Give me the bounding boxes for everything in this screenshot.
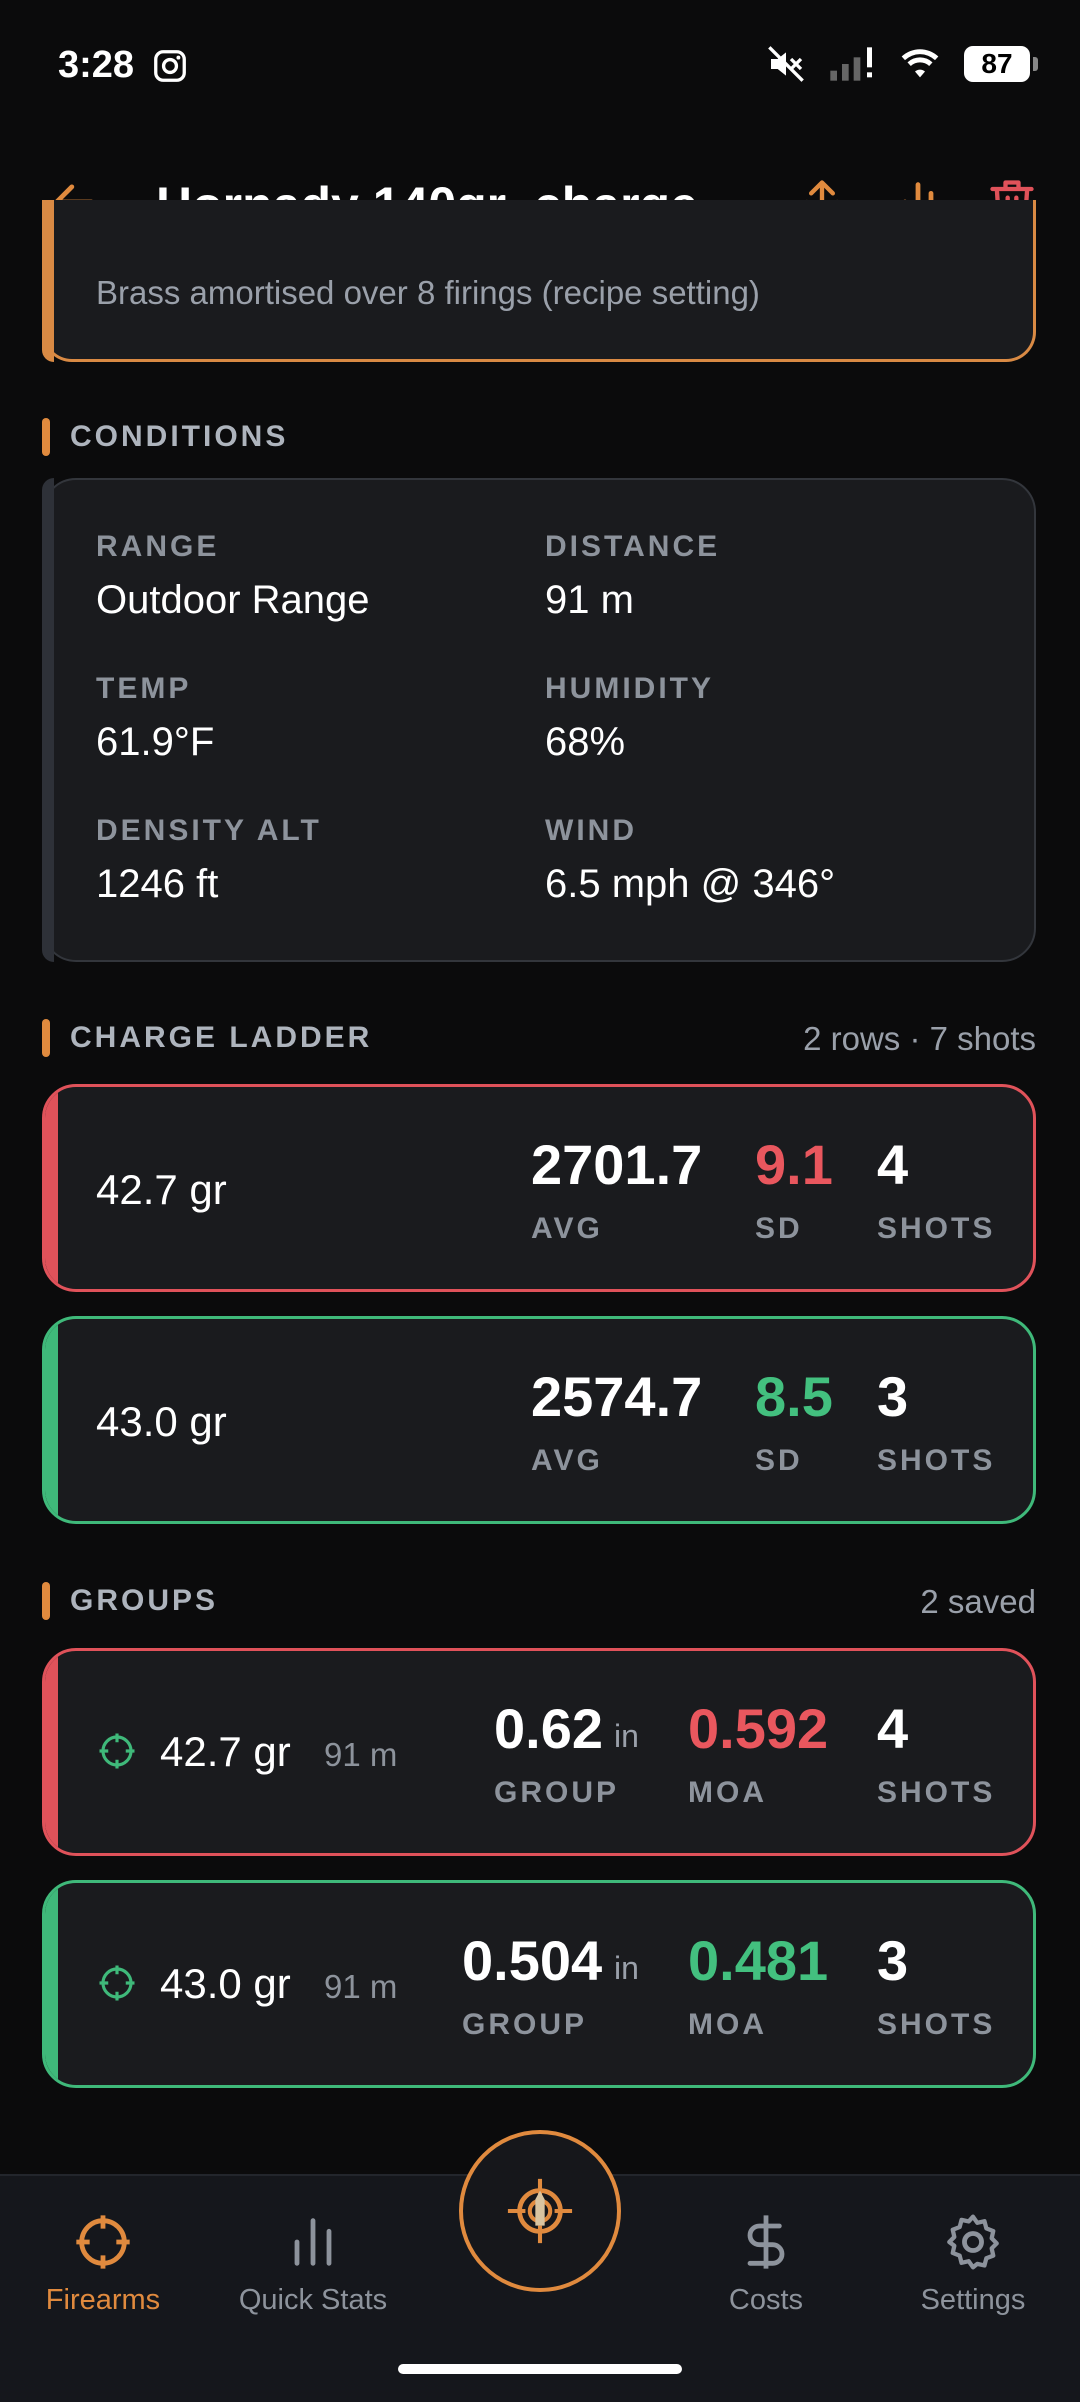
group-shots-label: SHOTS: [877, 2008, 996, 2041]
crosshair-icon: [99, 1965, 135, 2001]
section-title-groups: GROUPS: [70, 1584, 219, 1617]
signal-icon: [830, 47, 872, 81]
conditions-card-edge: [42, 478, 54, 962]
ladder-charge: 43.0 gr: [96, 1398, 227, 1445]
group-charge: 42.7 gr: [160, 1728, 291, 1775]
condition-label: RANGE: [96, 530, 220, 563]
wifi-icon: [901, 49, 939, 78]
condition-value: 61.9°F: [96, 720, 215, 764]
gear-icon: [947, 2214, 999, 2270]
condition-value: 6.5 mph @ 346°: [545, 862, 836, 906]
group-shots-label: SHOTS: [877, 1776, 996, 1809]
ladder-avg: 2701.7: [531, 1133, 703, 1196]
group-size: 0.504: [462, 1929, 603, 1992]
group-moa: 0.592: [688, 1697, 829, 1760]
group-shots: 3: [877, 1929, 909, 1992]
ladder-sd-label: SD: [755, 1212, 803, 1245]
condition-label: DISTANCE: [545, 530, 721, 563]
condition-value: 1246 ft: [96, 862, 219, 906]
status-bar: 3:28 87: [0, 0, 1080, 130]
group-distance: 91 m: [324, 1736, 398, 1773]
crosshair-icon: [76, 2215, 130, 2269]
ladder-shots: 3: [877, 1365, 909, 1428]
group-size-label: GROUP: [494, 1776, 620, 1809]
nav-costs[interactable]: Costs: [666, 2210, 866, 2317]
ladder-shots: 4: [877, 1133, 909, 1196]
condition-label: DENSITY ALT: [96, 814, 322, 847]
ladder-avg-label: AVG: [531, 1212, 603, 1245]
nav-label: Quick Stats: [238, 2284, 388, 2316]
group-size: 0.62: [494, 1697, 603, 1760]
section-accent: [42, 418, 50, 456]
brass-note: Brass amortised over 8 firings (recipe s…: [96, 274, 760, 311]
condition-label: HUMIDITY: [545, 672, 714, 705]
group-charge: 43.0 gr: [160, 1960, 291, 2007]
group-moa-label: MOA: [688, 1776, 767, 1809]
section-title-conditions: CONDITIONS: [70, 420, 289, 453]
condition-value: Outdoor Range: [96, 578, 370, 622]
status-time: 3:28: [58, 44, 135, 86]
instagram-icon: [154, 50, 186, 82]
target-logo-icon: [507, 2178, 573, 2244]
group-unit: in: [614, 1950, 639, 1986]
ladder-avg: 2574.7: [531, 1365, 703, 1428]
nav-label: Costs: [728, 2284, 804, 2316]
section-title-charge-ladder: CHARGE LADDER: [70, 1021, 373, 1054]
ladder-sd: 8.5: [755, 1365, 833, 1428]
ladder-sd: 9.1: [755, 1133, 833, 1196]
condition-label: WIND: [545, 814, 637, 847]
ladder-summary: 2 rows · 7 shots: [803, 1020, 1036, 1057]
nav-quick-stats[interactable]: Quick Stats: [213, 2210, 413, 2317]
crosshair-icon: [99, 1733, 135, 1769]
dollar-icon: [747, 2215, 785, 2269]
status-icons: 87: [766, 42, 1038, 86]
fab-target-button[interactable]: [459, 2130, 621, 2292]
ladder-shots-label: SHOTS: [877, 1444, 996, 1477]
condition-value: 68%: [545, 720, 626, 764]
nav-label: Settings: [920, 2284, 1026, 2316]
cost-card-edge: [42, 200, 54, 362]
group-moa: 0.481: [688, 1929, 829, 1992]
home-indicator[interactable]: [398, 2364, 682, 2374]
group-unit: in: [614, 1718, 639, 1754]
mute-icon: [768, 46, 804, 82]
nav-firearms[interactable]: Firearms: [3, 2210, 203, 2317]
ladder-charge: 42.7 gr: [96, 1166, 227, 1213]
nav-settings[interactable]: Settings: [873, 2210, 1073, 2317]
group-moa-label: MOA: [688, 2008, 767, 2041]
ladder-avg-label: AVG: [531, 1444, 603, 1477]
group-distance: 91 m: [324, 1968, 398, 2005]
ladder-sd-label: SD: [755, 1444, 803, 1477]
condition-label: TEMP: [96, 672, 192, 705]
ladder-shots-label: SHOTS: [877, 1212, 996, 1245]
section-accent: [42, 1582, 50, 1620]
nav-label: Firearms: [45, 2284, 161, 2316]
group-size-label: GROUP: [462, 2008, 588, 2041]
battery-icon: 87: [964, 46, 1038, 82]
condition-value: 91 m: [545, 578, 634, 622]
bar-chart-icon: [294, 2218, 332, 2266]
section-accent: [42, 1019, 50, 1057]
group-shots: 4: [877, 1697, 909, 1760]
groups-summary: 2 saved: [920, 1583, 1036, 1620]
